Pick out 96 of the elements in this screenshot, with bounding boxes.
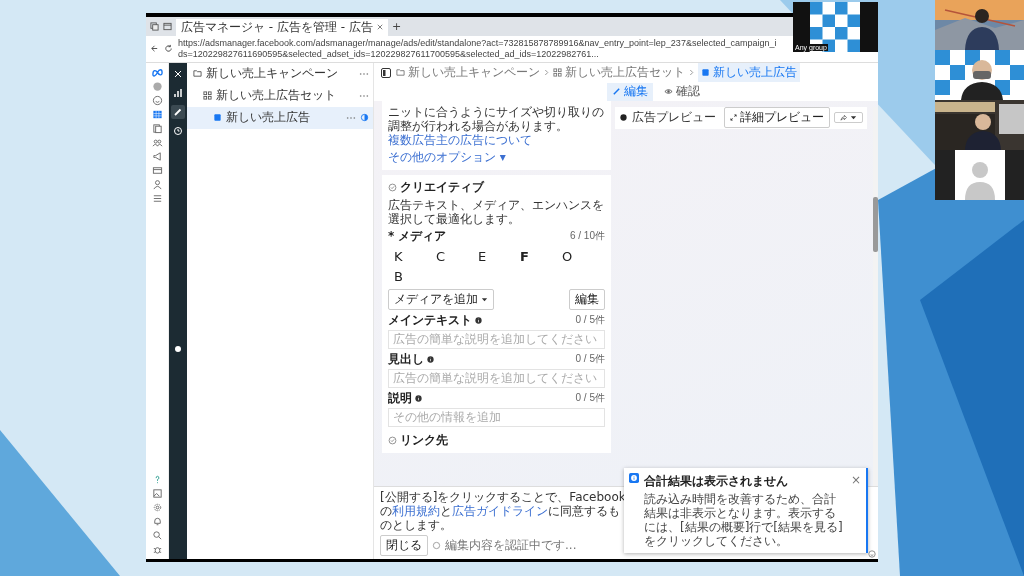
info-icon[interactable] (415, 394, 422, 402)
close-button[interactable]: × (850, 472, 861, 548)
pencil-icon[interactable] (171, 104, 185, 119)
detail-preview-button[interactable]: 詳細プレビュー (724, 107, 830, 128)
pages-icon[interactable] (151, 122, 163, 134)
grid-icon (553, 68, 562, 77)
tree-item[interactable]: 新しい売上キャンペーン (187, 62, 373, 85)
panel-toggle-icon[interactable] (380, 66, 392, 79)
bell-icon[interactable] (151, 515, 163, 527)
half-circle-icon (360, 113, 369, 122)
status-text: 編集内容を認証中です... (445, 536, 577, 554)
field-label: * メディア (388, 227, 447, 245)
caret-icon (481, 295, 488, 303)
megaphone-icon[interactable] (151, 150, 163, 162)
counter: 0 / 5件 (575, 352, 605, 366)
menu-icon[interactable] (151, 192, 163, 204)
grid-icon (203, 91, 212, 100)
media-item[interactable]: K (394, 246, 436, 267)
link[interactable]: 利用規約 (392, 503, 440, 518)
avatar-icon (954, 150, 1005, 200)
mode-tab[interactable]: 確認 (659, 82, 705, 101)
share-dropdown-button[interactable] (834, 112, 863, 123)
media-item[interactable]: B (394, 266, 436, 287)
add-media-button[interactable]: メディアを追加 (388, 288, 494, 310)
text-input[interactable]: 広告の簡単な説明を追加してください (388, 329, 605, 349)
eye-icon (664, 87, 673, 96)
account-avatar-icon[interactable] (151, 80, 163, 92)
link[interactable]: 広告ガイドライン (452, 503, 548, 518)
text-input[interactable]: 広告の簡単な説明を追加してください (388, 368, 605, 388)
image-icon[interactable] (151, 487, 163, 499)
more-icon[interactable] (346, 115, 356, 120)
settings-icon[interactable] (151, 501, 163, 513)
chevron-icon (689, 69, 694, 76)
section-description: 広告テキスト、メディア、エンハンスを選択して最適化します。 (388, 197, 605, 226)
folder-icon (193, 69, 202, 78)
people-icon[interactable] (151, 136, 163, 148)
search-icon[interactable] (151, 529, 163, 541)
terms-text: [公開する]をクリックすることで、Facebookの利用規約 と広告ガイドラインに同意するものとします。 (380, 489, 627, 532)
media-item[interactable]: O (562, 246, 604, 267)
back-icon[interactable] (150, 44, 159, 53)
toggle-icon[interactable] (619, 113, 628, 122)
scrollbar[interactable] (873, 106, 878, 486)
media-item[interactable]: F (520, 246, 562, 267)
placement-note: ニットに合うようにサイズや切り取りの調整が行われる場合があります。 複数広告主の広告について (388, 104, 605, 147)
folder-icon (396, 68, 405, 77)
square-icon (213, 113, 222, 122)
address-bar[interactable]: https://adsmanager.facebook.com/adsmanager/manage/ads/edit/standalone?act=732815878789916&nav_entry_point=lep_237&selected_campaign_ids=120229827611690595&selected_adset_ids=120229827611700595&selected_ad_ids=12022982761... (178, 37, 778, 60)
breadcrumb-item[interactable]: 新しい売上広告セット (553, 64, 685, 81)
media-item[interactable]: E (478, 246, 520, 267)
field-label: 見出し (388, 350, 424, 368)
media-item[interactable]: C (436, 246, 478, 267)
counter: 0 / 5件 (575, 313, 605, 327)
card-icon[interactable] (151, 164, 163, 176)
toast-message: 読み込み時間を改善するため、合計結果は非表示となります。表示するには、[結果の概要]行で[結果を見る]をクリックしてください。 (644, 491, 844, 548)
field-label: メインテキスト (388, 311, 472, 329)
section-title: クリエイティブ (400, 178, 484, 196)
workspaces-icon[interactable] (150, 21, 159, 31)
breadcrumb-item[interactable]: 新しい売上広告 (698, 63, 800, 82)
expand-icon (730, 114, 737, 121)
counter: 6 / 10件 (569, 229, 605, 243)
caret-icon (850, 114, 857, 121)
breadcrumb-item[interactable]: 新しい売上キャンペーン (396, 64, 540, 81)
more-options-link[interactable]: その他のオプション ▾ (388, 148, 605, 166)
table-icon[interactable] (151, 108, 163, 120)
reload-icon[interactable] (164, 44, 173, 53)
more-icon[interactable] (359, 71, 369, 76)
more-icon[interactable] (359, 93, 369, 98)
browser-tab[interactable]: 広告マネージャ - 広告を管理 - 広告 (176, 18, 388, 36)
toast-title: 合計結果は表示されません (644, 472, 789, 490)
tab-actions-icon[interactable] (163, 21, 172, 31)
preview-title: 広告プレビュー (632, 109, 716, 126)
check-circle-icon (388, 435, 397, 445)
smiley-icon[interactable] (151, 94, 163, 106)
tree-item[interactable]: 新しい売上広告セット (187, 84, 373, 107)
feedback-icon[interactable] (868, 549, 876, 558)
mode-tab[interactable]: 編集 (607, 82, 653, 101)
share-icon (840, 114, 847, 121)
counter: 0 / 5件 (575, 391, 605, 405)
new-tab-button[interactable]: + (391, 19, 402, 33)
tree-item[interactable]: 新しい売上広告 (187, 106, 373, 129)
person-icon[interactable] (151, 178, 163, 190)
check-circle-icon (388, 182, 397, 192)
pencil-icon (612, 87, 621, 96)
field-label: 説明 (388, 389, 412, 407)
info-icon[interactable] (427, 355, 434, 363)
text-input[interactable]: その他の情報を追加 (388, 407, 605, 427)
spinner-icon (432, 540, 441, 550)
chevron-icon (544, 69, 549, 76)
section-title: リンク先 (400, 431, 448, 449)
close-button[interactable]: 閉じる (380, 534, 428, 556)
info-icon (629, 472, 639, 483)
info-icon[interactable] (475, 316, 482, 324)
link[interactable]: 複数広告主の広告について (388, 132, 532, 147)
square-icon (701, 68, 710, 77)
meta-logo-icon[interactable] (151, 66, 163, 78)
edit-button[interactable]: 編集 (569, 288, 605, 310)
